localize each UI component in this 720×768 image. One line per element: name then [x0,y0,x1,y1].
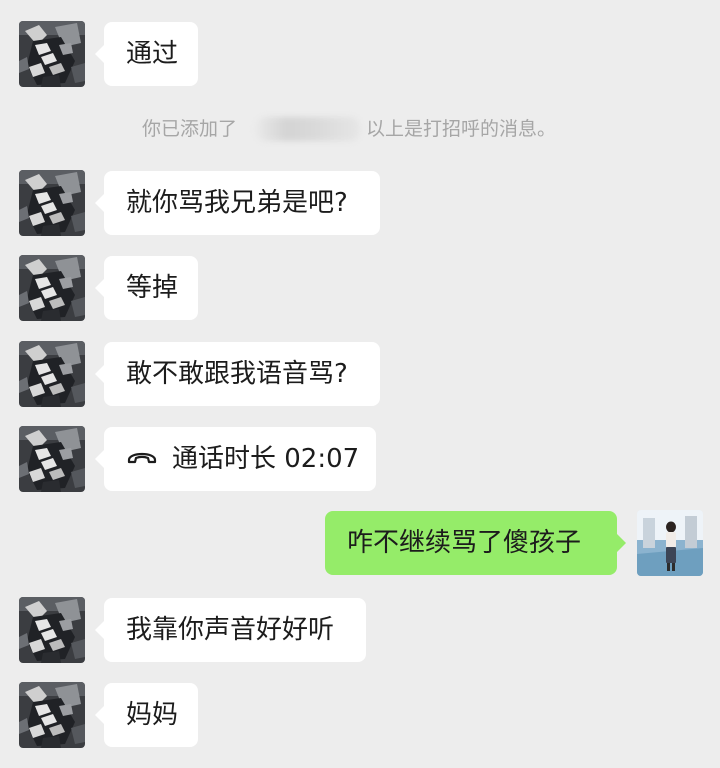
system-notice: 你已添加了 以上是打招呼的消息。 [0,113,720,145]
message-row: 妈妈 [0,682,720,748]
outgoing-message-bubble[interactable]: 咋不继续骂了傻孩子 [325,511,617,575]
contact-avatar[interactable] [19,426,85,492]
message-row: 就你骂我兄弟是吧? [0,170,720,236]
bubble-tail [95,194,104,212]
message-row: 咋不继续骂了傻孩子 [0,510,720,576]
incoming-message-bubble[interactable]: 敢不敢跟我语音骂? [104,342,380,406]
redacted-contact-name [256,117,360,141]
self-avatar[interactable] [637,510,703,576]
phone-hangup-icon [126,426,158,490]
bubble-tail [95,621,104,639]
contact-avatar[interactable] [19,170,85,236]
contact-avatar[interactable] [19,682,85,748]
contact-avatar[interactable] [19,341,85,407]
bubble-tail [95,365,104,383]
contact-avatar[interactable] [19,597,85,663]
bubble-tail [95,279,104,297]
bubble-tail [617,534,626,552]
system-notice-prefix: 你已添加了 [142,118,238,140]
incoming-message-bubble[interactable]: 妈妈 [104,683,198,747]
incoming-message-bubble[interactable]: 就你骂我兄弟是吧? [104,171,380,235]
incoming-message-bubble[interactable]: 我靠你声音好好听 [104,598,366,662]
message-row: 等掉 [0,255,720,321]
voice-call-record-bubble[interactable]: 通话时长 02:07 [104,427,376,491]
message-row: 通话时长 02:07 [0,426,720,492]
message-row: 通过 [0,21,720,87]
incoming-message-bubble[interactable]: 等掉 [104,256,198,320]
contact-avatar[interactable] [19,21,85,87]
bubble-tail [95,706,104,724]
message-row: 敢不敢跟我语音骂? [0,341,720,407]
call-duration-text: 通话时长 02:07 [172,444,360,474]
message-row: 我靠你声音好好听 [0,597,720,663]
incoming-message-bubble[interactable]: 通过 [104,22,198,86]
bubble-tail [95,45,104,63]
bubble-tail [95,450,104,468]
system-notice-suffix: 以上是打招呼的消息。 [366,118,557,140]
contact-avatar[interactable] [19,255,85,321]
